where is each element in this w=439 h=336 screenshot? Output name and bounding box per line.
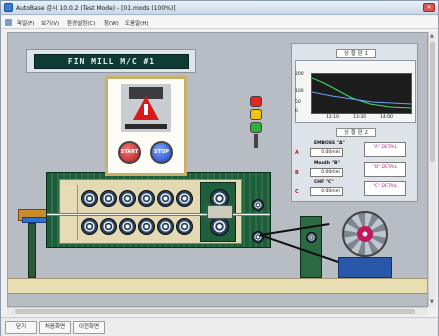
roll-top-2 (100, 190, 117, 207)
measure-c-letter: C (295, 189, 299, 195)
measure-a-name: EMBOSS "A" (314, 141, 345, 146)
measure-b-value: 0.00mm (310, 168, 343, 177)
measure-a-letter: A (295, 150, 299, 156)
guide-roll-1 (252, 199, 264, 211)
measure-c-value: 0.00mm (310, 187, 343, 196)
roll-top-5 (157, 190, 174, 207)
close-button[interactable]: ✕ (423, 3, 435, 12)
horizontal-scroll-thumb[interactable] (15, 309, 415, 314)
scroll-up-icon[interactable]: ▲ (430, 33, 434, 39)
status-board-1-title: 상 황 판 1 (336, 49, 376, 58)
menu-help[interactable]: 도움말(H) (125, 19, 149, 27)
status-board-2-title: 상 황 판 2 (336, 128, 376, 137)
menu-settings[interactable]: 환경설정(C) (67, 19, 95, 27)
trend-chart (311, 73, 412, 114)
trend-x-tick: 12:10 (326, 115, 339, 120)
warning-mark (144, 104, 148, 115)
roll-big-bottom (210, 217, 229, 236)
vertical-scroll-thumb[interactable] (430, 42, 435, 162)
horizontal-scrollbar[interactable] (7, 307, 428, 315)
scroll-down-icon[interactable]: ▼ (430, 299, 434, 305)
menu-view[interactable]: 보기(V) (41, 19, 59, 27)
start-button[interactable]: START (118, 141, 141, 164)
measure-a-detail-button[interactable]: "A" DETAIL (364, 142, 406, 157)
previous-screen-button[interactable]: 이전화면 (73, 321, 105, 334)
machine-banner: FIN MILL M/C #1 (26, 49, 196, 73)
coiler-reel (342, 211, 388, 257)
trend-lines (311, 77, 412, 109)
measure-a-value: 0.00mm (310, 148, 343, 157)
roll-bottom-6 (176, 218, 193, 235)
coiler-hub (357, 226, 373, 242)
stop-button[interactable]: STOP (150, 141, 173, 164)
status-panel: 상 황 판 1 200 100 50 0 12:10 13:30 14:00 상… (291, 43, 418, 202)
floor-platform (8, 278, 427, 294)
roll-top-4 (138, 190, 155, 207)
strip-feed (47, 213, 270, 216)
trend-y-tick: 50 (295, 100, 301, 105)
close-view-button[interactable]: 닫기 (5, 321, 37, 334)
app-icon (4, 3, 13, 12)
hmi-canvas: FIN MILL M/C #1 START STOP 상 황 판 1 200 1… (7, 32, 428, 307)
red-lamp (250, 96, 262, 107)
app-window: AutoBase 감시 10.0.2 (Test Mode) - [01.mod… (0, 0, 439, 336)
coiler-base (338, 257, 392, 278)
trend-x-tick: 13:30 (353, 115, 366, 120)
window-title: AutoBase 감시 10.0.2 (Test Mode) - [01.mod… (16, 5, 176, 12)
signal-tower (247, 96, 265, 148)
trend-y-tick: 0 (295, 109, 298, 114)
measure-b-name: Mouth "B" (314, 161, 340, 166)
measure-b-detail-button[interactable]: "B" DETAIL (364, 162, 406, 177)
menu-window[interactable]: 창(W) (104, 19, 119, 27)
mill-body (46, 172, 271, 248)
control-box: START STOP (105, 76, 187, 176)
press-warning-graphic (121, 84, 171, 132)
home-screen-button[interactable]: 처음화면 (39, 321, 71, 334)
menu-bar: 파일(F) 보기(V) 환경설정(C) 창(W) 도움말(H) (1, 16, 438, 29)
guide-roll-3 (306, 232, 317, 243)
roll-bottom-3 (119, 218, 136, 235)
bottom-toolbar: 닫기 처음화면 이전화면 (1, 317, 438, 336)
cutter-block (207, 205, 233, 219)
roll-top-6 (176, 190, 193, 207)
roll-bottom-1 (81, 218, 98, 235)
roll-bottom-2 (100, 218, 117, 235)
trend-y-tick: 100 (295, 89, 304, 94)
vertical-scrollbar[interactable]: ▲ ▼ (428, 32, 436, 307)
press-bed (125, 124, 167, 129)
trend-x-tick: 14:00 (380, 115, 393, 120)
doc-icon (5, 19, 12, 26)
measure-b-letter: B (295, 170, 299, 176)
tower-pole (254, 134, 258, 148)
green-lamp (250, 122, 262, 133)
yellow-lamp (250, 109, 262, 120)
menu-file[interactable]: 파일(F) (17, 19, 35, 27)
loader-leg (28, 223, 36, 278)
title-bar[interactable]: AutoBase 감시 10.0.2 (Test Mode) - [01.mod… (1, 1, 438, 15)
trend-y-tick: 200 (295, 72, 304, 77)
machine-title: FIN MILL M/C #1 (34, 54, 189, 69)
measure-c-detail-button[interactable]: "C" DETAIL (364, 181, 406, 196)
roll-bottom-4 (138, 218, 155, 235)
roll-top-1 (81, 190, 98, 207)
trend-line-2 (311, 91, 412, 105)
measure-c-name: CHF "C" (314, 180, 334, 185)
roll-top-3 (119, 190, 136, 207)
roll-bottom-5 (157, 218, 174, 235)
